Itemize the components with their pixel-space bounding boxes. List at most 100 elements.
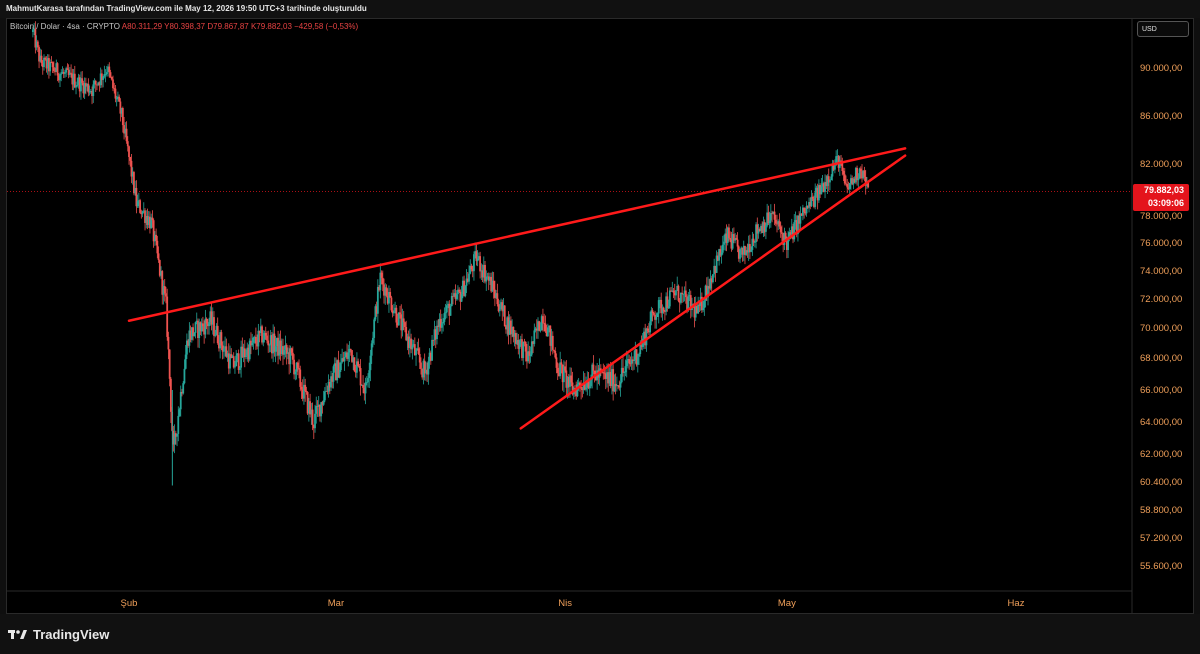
candle-body <box>166 296 169 337</box>
candle-body <box>376 286 379 314</box>
candle-body <box>338 370 341 378</box>
candle-body <box>59 74 61 81</box>
candle-body <box>167 336 170 350</box>
candle-body <box>251 342 254 346</box>
close-value: 79.882,03 <box>256 22 292 31</box>
candle-body <box>652 313 655 315</box>
candle-body <box>294 371 297 375</box>
price-tick-label: 76.000,00 <box>1140 238 1182 249</box>
candle-body <box>168 349 171 379</box>
tradingview-logo[interactable]: TradingView <box>8 626 109 642</box>
candle-body <box>81 78 84 83</box>
symbol-name[interactable]: Bitcoin / Dolar · 4sa · CRYPTO <box>10 22 120 31</box>
candle-body <box>121 108 124 126</box>
candle-body <box>232 356 235 368</box>
candle-body <box>811 196 814 199</box>
candle-body <box>60 73 63 75</box>
time-tick-label: Mar <box>328 598 344 609</box>
candle-body <box>343 356 346 362</box>
candle-body <box>638 354 640 357</box>
candle-body <box>415 350 417 356</box>
candle-body <box>667 306 670 308</box>
countdown-value: 03:09:06 <box>1147 197 1184 208</box>
candle-body <box>672 290 675 293</box>
price-tick-label: 68.000,00 <box>1140 353 1182 364</box>
candle-body <box>129 156 132 161</box>
candle-body <box>314 413 316 429</box>
candle-body <box>739 249 741 259</box>
candle-body <box>183 368 186 384</box>
candle-body <box>449 306 452 316</box>
candle-body <box>564 366 567 371</box>
candle-body <box>830 176 833 181</box>
candle-body <box>362 385 364 388</box>
candle-body <box>115 98 118 100</box>
candle-body <box>470 265 473 270</box>
candle-body <box>656 313 659 318</box>
candle-body <box>339 362 342 371</box>
footer-bar <box>0 614 1200 654</box>
candle-body <box>655 317 658 320</box>
candle-body <box>768 220 771 224</box>
price-chart[interactable]: 90.000,00 86.000,00 82.000,00 78.000,00 76.0… <box>0 0 1200 614</box>
candle-body <box>125 128 128 142</box>
candle-body <box>36 41 39 48</box>
candle-body <box>464 285 467 296</box>
candle-body <box>554 350 557 358</box>
candle-body <box>776 223 778 225</box>
candle-body <box>267 340 270 346</box>
candle-body <box>442 321 445 324</box>
candle-body <box>66 68 69 70</box>
candle-body <box>623 372 626 374</box>
candle-body <box>750 249 753 252</box>
candle-body <box>443 313 446 322</box>
candle-body <box>332 366 335 382</box>
candle-body <box>518 340 521 349</box>
candle-body <box>431 339 433 361</box>
candle-body <box>436 325 438 340</box>
trendline-lower <box>519 154 907 430</box>
price-tick-label: 64.000,00 <box>1140 417 1182 428</box>
candle-body <box>720 252 723 256</box>
candle-body <box>778 221 781 227</box>
candle-body <box>245 355 247 358</box>
candle-body <box>213 317 215 336</box>
candle-body <box>178 409 181 416</box>
candle-body <box>368 370 371 378</box>
candle-body <box>712 274 714 283</box>
last-price-value: 79.882,03 <box>1143 184 1184 195</box>
candle-body <box>176 433 178 437</box>
candle-body <box>56 63 59 76</box>
candle-body <box>139 200 141 213</box>
candle-body <box>126 141 129 147</box>
candle-body <box>163 286 166 294</box>
candle-body <box>357 361 360 366</box>
candle-body <box>503 305 506 327</box>
candle-body <box>399 312 401 315</box>
candle-body <box>645 328 648 346</box>
candle-body <box>592 364 595 371</box>
symbol-legend[interactable]: Bitcoin / Dolar · 4sa · CRYPTO A80.311,2… <box>10 22 358 31</box>
candle-body <box>666 296 669 308</box>
last-price-tag: 79.882,03 03:09:06 <box>1133 183 1189 211</box>
candle-body <box>257 330 260 347</box>
time-tick-label: Şub <box>121 598 138 609</box>
price-tick-label: 86.000,00 <box>1140 111 1182 122</box>
candle-body <box>848 183 851 189</box>
candle-body <box>576 384 579 397</box>
candle-body <box>625 360 628 367</box>
currency-button[interactable]: USD <box>1137 21 1189 37</box>
candle-body <box>485 276 488 282</box>
candle-body <box>359 368 362 386</box>
candle-body <box>721 244 724 253</box>
candle-body <box>296 362 299 368</box>
candle-body <box>349 348 352 351</box>
candle-body <box>842 170 845 175</box>
candle-body <box>235 355 238 367</box>
candle-body <box>657 300 660 314</box>
candle-body <box>677 285 680 301</box>
time-tick-label: May <box>778 598 796 609</box>
candle-body <box>603 372 606 374</box>
candle-body <box>544 323 547 332</box>
candle-body <box>682 293 685 295</box>
